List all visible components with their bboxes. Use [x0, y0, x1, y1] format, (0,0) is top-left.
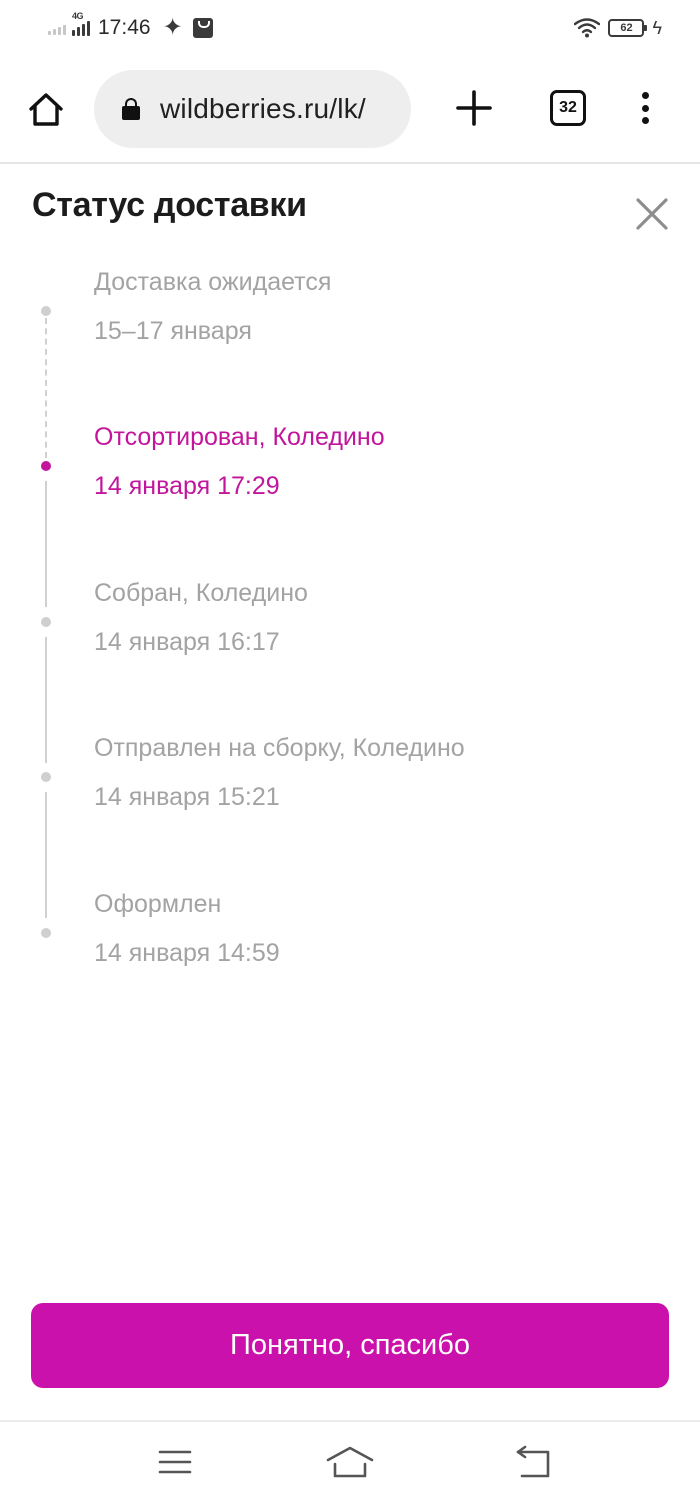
- event-date: 14 января 14:59: [94, 939, 280, 967]
- event-title: Отсортирован, Коледино: [94, 423, 385, 451]
- event-title: Отправлен на сборку, Коледино: [94, 734, 465, 762]
- back-icon[interactable]: [514, 1444, 554, 1480]
- timeline-dot: [41, 928, 51, 938]
- timeline-dot-pending: [41, 306, 51, 316]
- home-nav-icon[interactable]: [326, 1444, 374, 1480]
- event-date: 14 января 15:21: [94, 783, 280, 811]
- timeline-connector-dashed: [45, 318, 47, 458]
- delivery-timeline: Доставка ожидается 15–17 января Отсортир…: [0, 0, 700, 1000]
- event-title: Доставка ожидается: [94, 268, 332, 296]
- recents-icon[interactable]: [158, 1448, 192, 1476]
- timeline-connector: [45, 792, 47, 918]
- system-nav-bar: [0, 1420, 700, 1501]
- timeline-event: Собран, Коледино 14 января 16:17: [94, 579, 308, 657]
- timeline-dot-current: [41, 461, 51, 471]
- timeline-dot: [41, 772, 51, 782]
- event-date: 14 января 16:17: [94, 628, 280, 656]
- timeline-dot: [41, 617, 51, 627]
- timeline-event: Отправлен на сборку, Коледино 14 января …: [94, 734, 465, 812]
- timeline-event: Оформлен 14 января 14:59: [94, 890, 280, 968]
- event-date: 15–17 января: [94, 317, 252, 345]
- event-title: Оформлен: [94, 890, 222, 918]
- timeline-event-current: Отсортирован, Коледино 14 января 17:29: [94, 423, 385, 501]
- timeline-connector: [45, 637, 47, 763]
- event-date: 14 января 17:29: [94, 472, 280, 500]
- timeline-event: Доставка ожидается 15–17 января: [94, 268, 331, 346]
- timeline-connector: [45, 481, 47, 607]
- confirm-button[interactable]: Понятно, спасибо: [31, 1303, 669, 1388]
- event-title: Собран, Коледино: [94, 579, 308, 607]
